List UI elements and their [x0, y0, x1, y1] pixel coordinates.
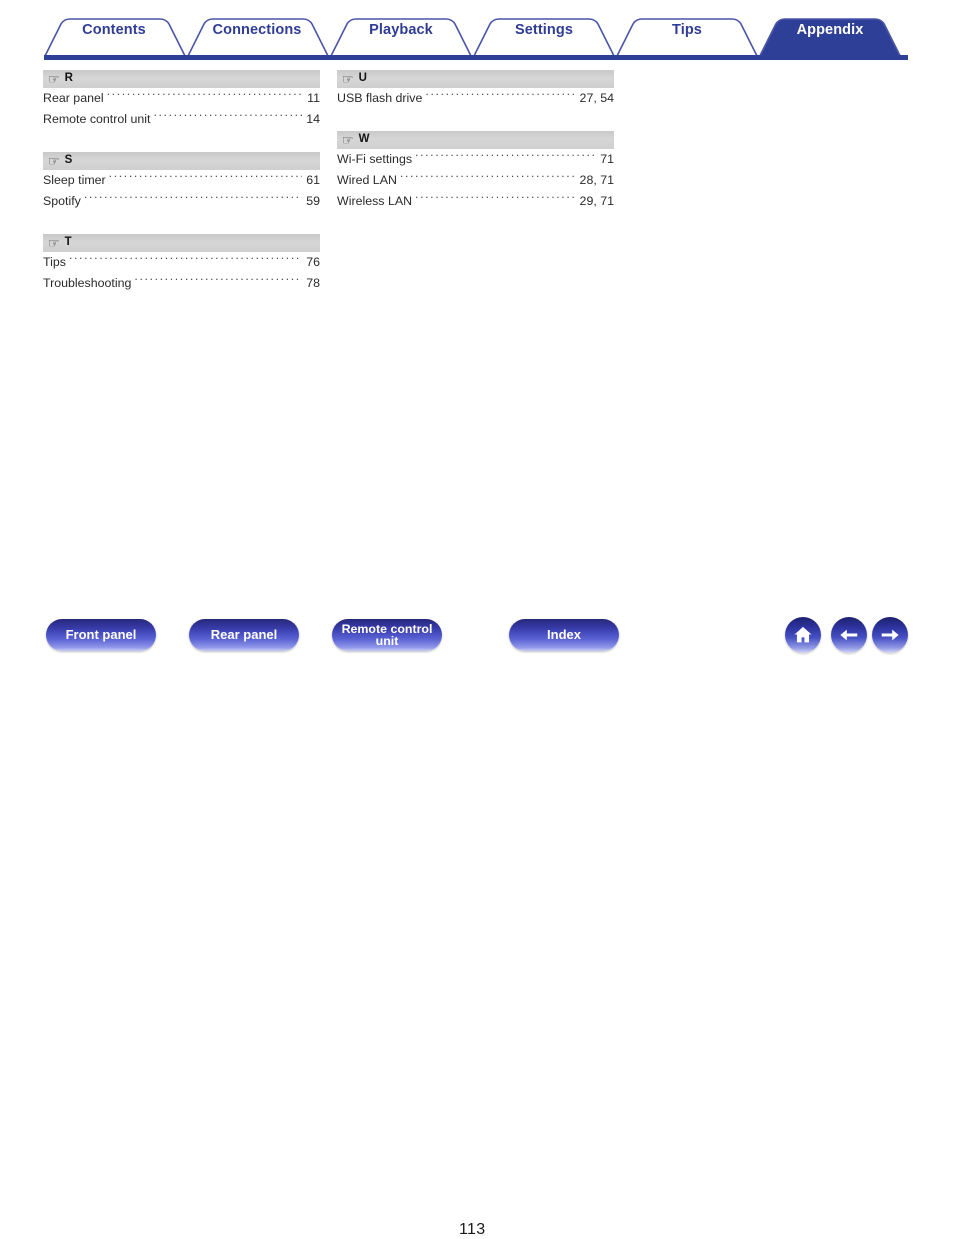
page-number: 113	[459, 1221, 486, 1238]
index-entry[interactable]: Wireless LAN 29, 71	[337, 191, 614, 212]
index-entry[interactable]: Wired LAN 28, 71	[337, 170, 614, 191]
home-button[interactable]	[785, 617, 821, 653]
index-entry-dot-leader	[400, 172, 576, 184]
index-entry-title: Tips	[43, 255, 66, 269]
footer-navigation: Front panel Rear panel Remote control unit…	[0, 602, 954, 1238]
index-entry-dot-leader	[107, 90, 304, 102]
pointing-hand-icon: ☞	[48, 153, 60, 168]
index-section-t: ☞TTips76Troubleshooting78	[43, 234, 320, 294]
index-entry-title: Remote control unit	[43, 112, 151, 126]
index-entry-page: 61	[306, 173, 320, 187]
index-section-letter: U	[358, 72, 367, 85]
index-section-header: ☞ S	[43, 152, 320, 170]
arrow-right-icon	[879, 624, 901, 646]
index-entry[interactable]: Troubleshooting 78	[43, 273, 320, 294]
index-entry-page: 29, 71	[579, 194, 614, 208]
index-entry-page: 28, 71	[579, 173, 614, 187]
rear-panel-button[interactable]: Rear panel	[189, 619, 299, 651]
index-section-header: ☞ W	[337, 131, 614, 149]
index-entry[interactable]: USB flash drive 27, 54	[337, 88, 614, 109]
index-section-header: ☞ R	[43, 70, 320, 88]
index-entry-dot-leader	[109, 172, 303, 184]
index-section-letter: T	[64, 236, 72, 249]
arrow-left-button[interactable]	[831, 617, 867, 653]
index-entry-dot-leader	[84, 193, 302, 205]
tab-bar: Contents Connections Playback Settings Tips A…	[0, 0, 954, 62]
index-entry[interactable]: Tips 76	[43, 252, 320, 273]
tab-playback[interactable]: Playback	[369, 22, 433, 38]
rear-panel-button-label: Rear panel	[210, 627, 278, 643]
front-panel-button-label: Front panel	[65, 627, 137, 643]
index-entry-dot-leader	[415, 151, 596, 163]
arrow-left-icon	[838, 624, 860, 646]
tab-connections[interactable]: Connections	[213, 22, 302, 38]
index-section-letter: R	[64, 72, 73, 85]
index-entry-page: 78	[306, 276, 320, 290]
index-entry-dot-leader	[69, 254, 302, 266]
tab-appendix[interactable]: Appendix	[797, 22, 864, 38]
index-button-label: Index	[547, 627, 581, 643]
pointing-hand-icon: ☞	[342, 71, 354, 86]
index-entry-title: Wired LAN	[337, 173, 397, 187]
index-column-right: ☞UUSB flash drive27, 54☞WWi-Fi settings7…	[337, 70, 614, 234]
pointing-hand-icon: ☞	[48, 71, 60, 86]
index-section-u: ☞UUSB flash drive27, 54	[337, 70, 614, 109]
index-content: ☞RRear panel11Remote control unit14☞SSle…	[0, 62, 954, 602]
index-entry[interactable]: Sleep timer 61	[43, 170, 320, 191]
index-entry-dot-leader	[134, 275, 302, 287]
index-column-left: ☞RRear panel11Remote control unit14☞SSle…	[43, 70, 320, 316]
index-section-letter: S	[64, 154, 73, 167]
index-section-s: ☞SSleep timer61Spotify59	[43, 152, 320, 212]
index-section-header: ☞ U	[337, 70, 614, 88]
index-entry-page: 11	[307, 91, 320, 105]
remote-control-unit-button-label: Remote control unit	[341, 621, 433, 648]
index-entry-dot-leader	[153, 111, 302, 123]
index-entry-title: Rear panel	[43, 91, 104, 105]
index-entry-title: Troubleshooting	[43, 276, 132, 290]
index-entry[interactable]: Spotify 59	[43, 191, 320, 212]
index-entry-dot-leader	[425, 90, 575, 102]
arrow-right-button[interactable]	[872, 617, 908, 653]
index-entry-title: USB flash drive	[337, 91, 423, 105]
index-entry-title: Wi-Fi settings	[337, 152, 413, 166]
index-entry-dot-leader	[415, 193, 576, 205]
index-entry-page: 14	[306, 112, 320, 126]
tab-tips[interactable]: Tips	[672, 22, 702, 38]
index-section-letter: W	[358, 133, 370, 146]
pointing-hand-icon: ☞	[48, 235, 60, 250]
remote-control-unit-button[interactable]: Remote control unit	[332, 619, 442, 651]
index-entry-page: 71	[600, 152, 614, 166]
index-entry-title: Spotify	[43, 194, 81, 208]
index-entry-page: 76	[306, 255, 320, 269]
tab-contents[interactable]: Contents	[82, 22, 146, 38]
pointing-hand-icon: ☞	[342, 132, 354, 147]
index-entry-title: Sleep timer	[43, 173, 106, 187]
tab-settings[interactable]: Settings	[515, 22, 573, 38]
index-entry-page: 27, 54	[579, 91, 614, 105]
index-entry[interactable]: Wi-Fi settings 71	[337, 149, 614, 170]
index-entry[interactable]: Rear panel 11	[43, 88, 320, 109]
index-button[interactable]: Index	[509, 619, 619, 651]
tab-baseline	[44, 55, 908, 60]
index-entry-page: 59	[306, 194, 320, 208]
index-section-r: ☞RRear panel11Remote control unit14	[43, 70, 320, 130]
index-entry[interactable]: Remote control unit 14	[43, 109, 320, 130]
home-icon	[792, 624, 814, 646]
index-section-header: ☞ T	[43, 234, 320, 252]
front-panel-button[interactable]: Front panel	[46, 619, 156, 651]
index-entry-title: Wireless LAN	[337, 194, 413, 208]
index-section-w: ☞WWi-Fi settings71Wired LAN28, 71Wireles…	[337, 131, 614, 212]
